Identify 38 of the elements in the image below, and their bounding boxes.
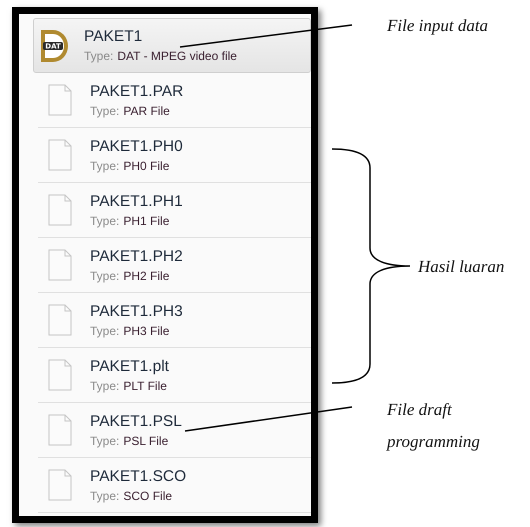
file-name: PAKET1.PH1: [90, 192, 183, 210]
file-item[interactable]: PAKET1.PSL Type: PSL File: [38, 403, 311, 458]
file-item[interactable]: PAKET1.PH0 Type: PH0 File: [38, 128, 311, 183]
file-type: PH3 File: [123, 324, 170, 338]
file-type: PH1 File: [123, 214, 170, 228]
file-name: PAKET1.PAR: [90, 82, 184, 100]
file-item[interactable]: PAKET1.PH1 Type: PH1 File: [38, 183, 311, 238]
file-name: PAKET1.PH0: [90, 138, 183, 156]
file-item[interactable]: PAKET1.plt Type: PLT File: [38, 348, 311, 403]
file-type: PSL File: [123, 434, 168, 448]
file-type: SCO File: [123, 488, 172, 502]
file-item[interactable]: PAKET1.PH2 Type: PH2 File: [38, 238, 311, 293]
file-name: PAKET1.PH3: [90, 302, 183, 320]
file-type: PLT File: [123, 378, 167, 392]
file-name: PAKET1.plt: [90, 358, 169, 376]
file-name: PAKET1.PSL: [90, 412, 182, 430]
file-item[interactable]: PAKET1.PH3 Type: PH3 File: [38, 293, 311, 348]
type-label: Type:: [90, 434, 120, 448]
file-type: DAT - MPEG video file: [117, 49, 237, 63]
annotation-label: Hasil luaran: [418, 256, 506, 278]
type-label: Type:: [90, 488, 120, 502]
file-item[interactable]: PAKET1.PAR Type: PAR File: [38, 73, 311, 128]
file-name: PAKET1: [84, 28, 144, 46]
type-label: Type:: [90, 158, 120, 172]
file-type: PH2 File: [123, 268, 170, 282]
type-label: Type:: [90, 268, 120, 282]
file-item[interactable]: PAKET1.SCO Type: SCO File: [38, 458, 311, 513]
file-type: PAR File: [123, 104, 170, 118]
file-type: PH0 File: [123, 158, 170, 172]
type-label: Type:: [90, 324, 120, 338]
type-label: Type:: [84, 49, 114, 63]
type-label: Type:: [90, 104, 120, 118]
annotation-label: File draft programming: [387, 399, 481, 453]
type-label: Type:: [90, 214, 120, 228]
file-name: PAKET1.SCO: [90, 468, 186, 486]
annotation-label: File input data: [387, 15, 490, 37]
file-name: PAKET1.PH2: [90, 248, 183, 266]
type-label: Type:: [90, 378, 120, 392]
